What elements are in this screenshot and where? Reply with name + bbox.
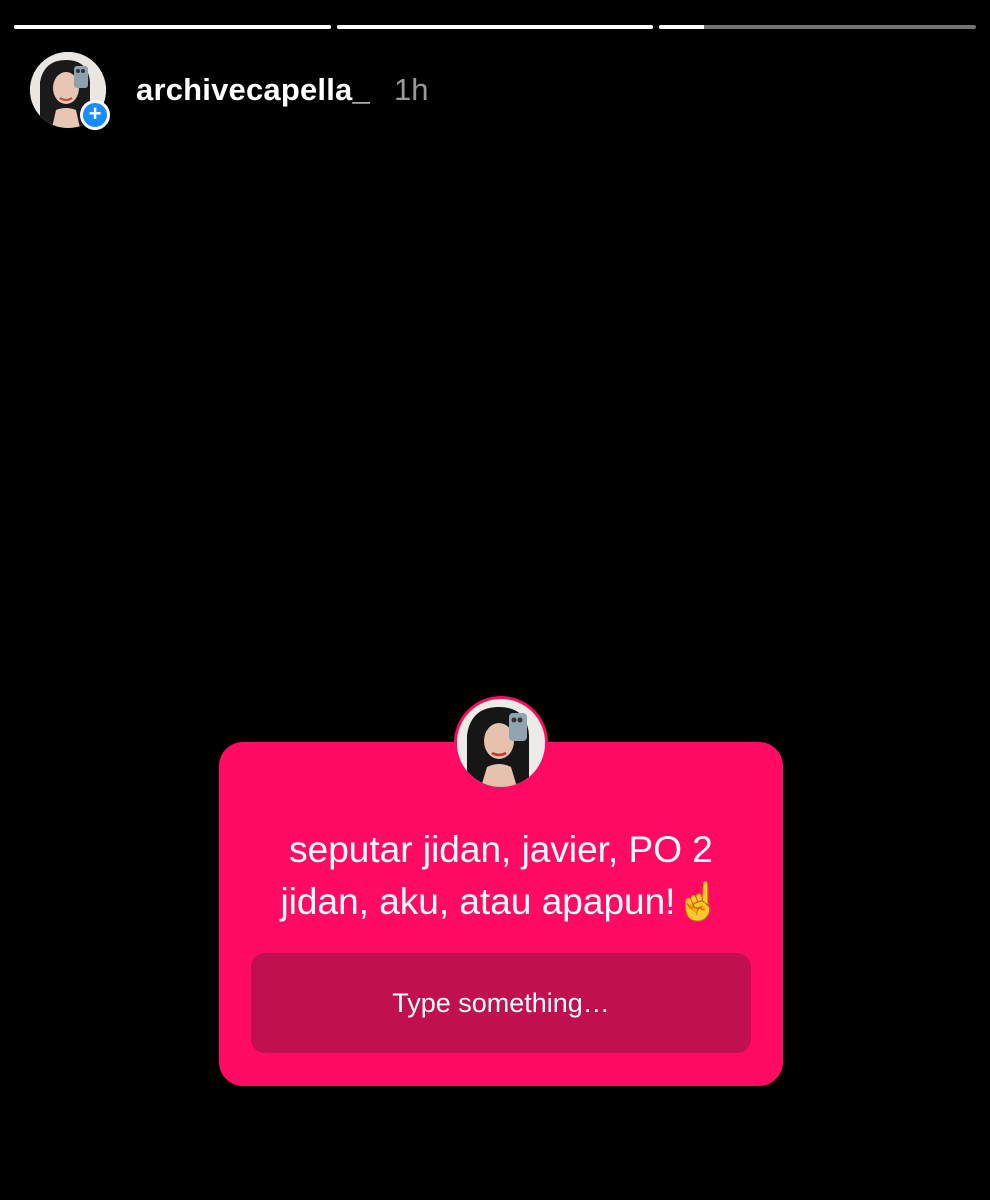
username[interactable]: archivecapella_ [136,72,370,108]
progress-segment-1 [14,25,331,29]
progress-segment-3 [659,25,977,29]
question-line-2: jidan, aku, atau apapun!☝️ [280,881,722,922]
profile-avatar[interactable]: + [30,52,110,130]
story-progress-bar [14,25,977,30]
answer-input[interactable]: Type something… [251,953,751,1053]
story-viewer[interactable]: + archivecapella_ 1h seputar jidan, javi… [0,0,990,1200]
plus-icon[interactable]: + [80,100,110,130]
question-sticker[interactable]: seputar jidan, javier, PO 2 jidan, aku, … [219,742,783,1086]
progress-segment-2 [336,25,654,29]
post-time: 1h [393,72,429,107]
question-text: seputar jidan, javier, PO 2 jidan, aku, … [219,824,783,928]
sticker-avatar [454,696,548,790]
story-header: + archivecapella_ 1h [30,52,429,130]
question-line-1: seputar jidan, javier, PO 2 [289,829,713,870]
